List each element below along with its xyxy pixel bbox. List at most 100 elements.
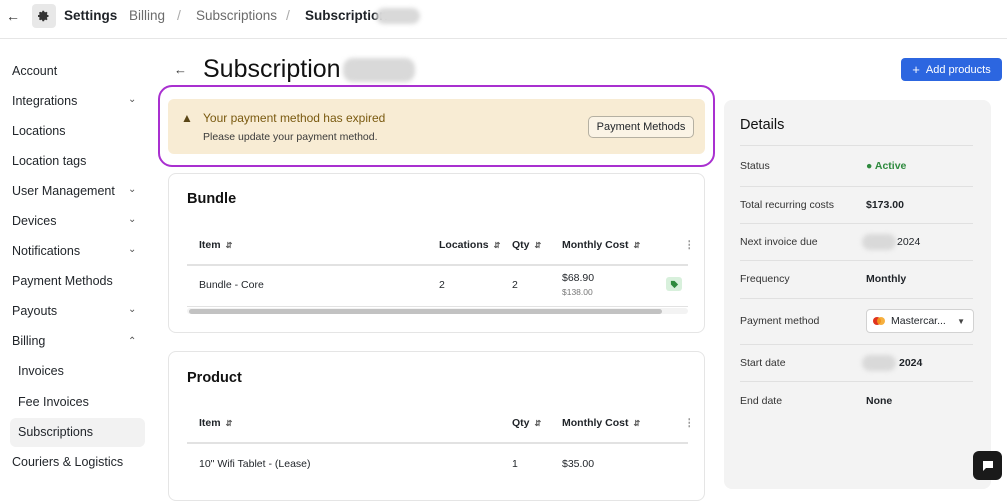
divider — [740, 186, 973, 187]
column-header-item[interactable]: Item ⇵ — [199, 417, 232, 429]
sidebar-item-payouts[interactable]: Payouts — [12, 301, 57, 321]
chevron-down-icon[interactable]: ⌄ — [128, 94, 136, 105]
chevron-down-icon[interactable]: ⌄ — [128, 214, 136, 225]
chevron-up-icon[interactable]: ⌃ — [128, 336, 136, 347]
mastercard-icon — [873, 317, 885, 325]
divider — [740, 298, 973, 299]
product-cost: $35.00 — [562, 458, 595, 470]
column-header-locations[interactable]: Locations ⇵ — [439, 239, 500, 251]
breadcrumb-separator: / — [177, 7, 181, 23]
product-title: Product — [187, 370, 242, 386]
check-circle-icon: ● — [866, 160, 873, 172]
payment-method-value: Mastercar... — [891, 315, 946, 327]
details-title: Details — [740, 117, 785, 133]
payment-method-label: Payment method — [740, 315, 820, 327]
more-columns-icon: ⋮ — [684, 417, 695, 429]
bundle-cost: $68.90 — [562, 272, 595, 284]
sort-icon: ⇵ — [493, 241, 501, 250]
settings-title[interactable]: Settings — [64, 8, 117, 23]
bundle-original-cost: $138.00 — [562, 287, 593, 297]
breadcrumb-separator: / — [286, 7, 290, 23]
column-header-monthly-cost[interactable]: Monthly Cost ⇵ — [562, 239, 640, 251]
start-date-label: Start date — [740, 357, 786, 369]
status-label: Status — [740, 160, 770, 172]
bundle-locations: 2 — [439, 279, 445, 291]
chat-button[interactable] — [973, 451, 1002, 480]
product-qty: 1 — [512, 458, 518, 470]
bundle-card: Bundle Item ⇵ Locations ⇵ Qty ⇵ Monthly Cos… — [168, 173, 705, 333]
sidebar-item-locations[interactable]: Locations — [12, 121, 66, 141]
discount-tag-icon — [666, 277, 682, 291]
redacted-blur — [862, 234, 896, 250]
scrollbar-thumb[interactable] — [189, 309, 662, 314]
payment-method-select[interactable]: Mastercar... ▼ — [866, 309, 974, 333]
chat-icon — [982, 460, 993, 471]
start-date-value: 2024 — [899, 357, 923, 369]
sidebar-item-devices[interactable]: Devices — [12, 211, 56, 231]
divider — [187, 306, 688, 307]
bundle-item: Bundle - Core — [199, 279, 264, 291]
back-arrow-icon[interactable]: ← — [6, 8, 20, 24]
add-products-label: Add products — [925, 63, 991, 76]
next-invoice-value: 2024 — [897, 236, 921, 248]
sort-icon: ⇵ — [534, 419, 542, 428]
product-item: 10" Wifi Tablet - (Lease) — [199, 458, 311, 470]
sidebar-item-account[interactable]: Account — [12, 61, 57, 81]
column-header-monthly-cost[interactable]: Monthly Cost ⇵ — [562, 417, 640, 429]
warning-icon: ▲ — [181, 111, 193, 125]
page-title: Subscription — [203, 55, 341, 83]
top-bar: ← Settings Billing / Subscriptions / Sub… — [0, 0, 1007, 39]
breadcrumb-subscriptions[interactable]: Subscriptions — [196, 8, 277, 23]
sidebar-item-payment-methods[interactable]: Payment Methods — [12, 271, 113, 291]
add-products-button[interactable]: + Add products — [901, 58, 1002, 81]
redacted-blur — [862, 355, 896, 371]
gear-icon[interactable] — [32, 4, 56, 28]
expired-payment-alert: ▲ Your payment method has expired Please… — [168, 99, 705, 154]
more-columns-icon: ⋮ — [684, 239, 695, 251]
column-header-qty[interactable]: Qty ⇵ — [512, 417, 541, 429]
sidebar-item-couriers-logistics[interactable]: Couriers & Logistics — [12, 452, 123, 472]
divider — [740, 223, 973, 224]
sort-icon: ⇵ — [534, 241, 542, 250]
frequency-label: Frequency — [740, 273, 790, 285]
sidebar-item-subscriptions[interactable]: Subscriptions — [18, 422, 93, 442]
sort-icon: ⇵ — [225, 419, 233, 428]
redacted-blur — [376, 8, 420, 24]
sidebar-item-location-tags[interactable]: Location tags — [12, 151, 86, 171]
sidebar-item-user-management[interactable]: User Management — [12, 181, 115, 201]
sort-icon: ⇵ — [633, 419, 641, 428]
frequency-value: Monthly — [866, 273, 907, 285]
sidebar-item-integrations[interactable]: Integrations — [12, 91, 77, 111]
chevron-down-icon[interactable]: ⌄ — [128, 304, 136, 315]
column-header-item[interactable]: Item ⇵ — [199, 239, 232, 251]
status-badge: ● Active — [866, 160, 907, 172]
bundle-qty: 2 — [512, 279, 518, 291]
recurring-label: Total recurring costs — [740, 199, 834, 211]
breadcrumb-billing[interactable]: Billing — [129, 8, 165, 23]
divider — [740, 344, 973, 345]
end-date-value: None — [866, 395, 893, 407]
payment-methods-button[interactable]: Payment Methods — [588, 116, 694, 138]
sidebar-item-fee-invoices[interactable]: Fee Invoices — [18, 392, 89, 412]
sidebar-item-invoices[interactable]: Invoices — [18, 361, 64, 381]
bundle-title: Bundle — [187, 191, 237, 207]
redacted-blur — [343, 58, 415, 82]
plus-icon: + — [912, 62, 920, 77]
sort-icon: ⇵ — [225, 241, 233, 250]
details-panel: Details Status ● Active Total recurring … — [724, 100, 991, 489]
sidebar-item-billing[interactable]: Billing — [12, 331, 45, 351]
chevron-down-icon[interactable]: ⌄ — [128, 184, 136, 195]
divider — [187, 264, 688, 266]
recurring-value: $173.00 — [866, 199, 904, 211]
divider — [187, 442, 688, 444]
chevron-down-icon[interactable]: ⌄ — [128, 244, 136, 255]
end-date-label: End date — [740, 395, 783, 407]
column-header-qty[interactable]: Qty ⇵ — [512, 239, 541, 251]
sidebar-item-notifications[interactable]: Notifications — [12, 241, 80, 261]
sort-icon: ⇵ — [633, 241, 641, 250]
alert-message: Please update your payment method. — [203, 131, 378, 143]
back-arrow-icon[interactable]: ← — [174, 62, 187, 77]
divider — [740, 381, 973, 382]
alert-title: Your payment method has expired — [203, 111, 386, 125]
product-card: Product Item ⇵ Qty ⇵ Monthly Cost ⇵ ⋮ 10" W… — [168, 351, 705, 501]
